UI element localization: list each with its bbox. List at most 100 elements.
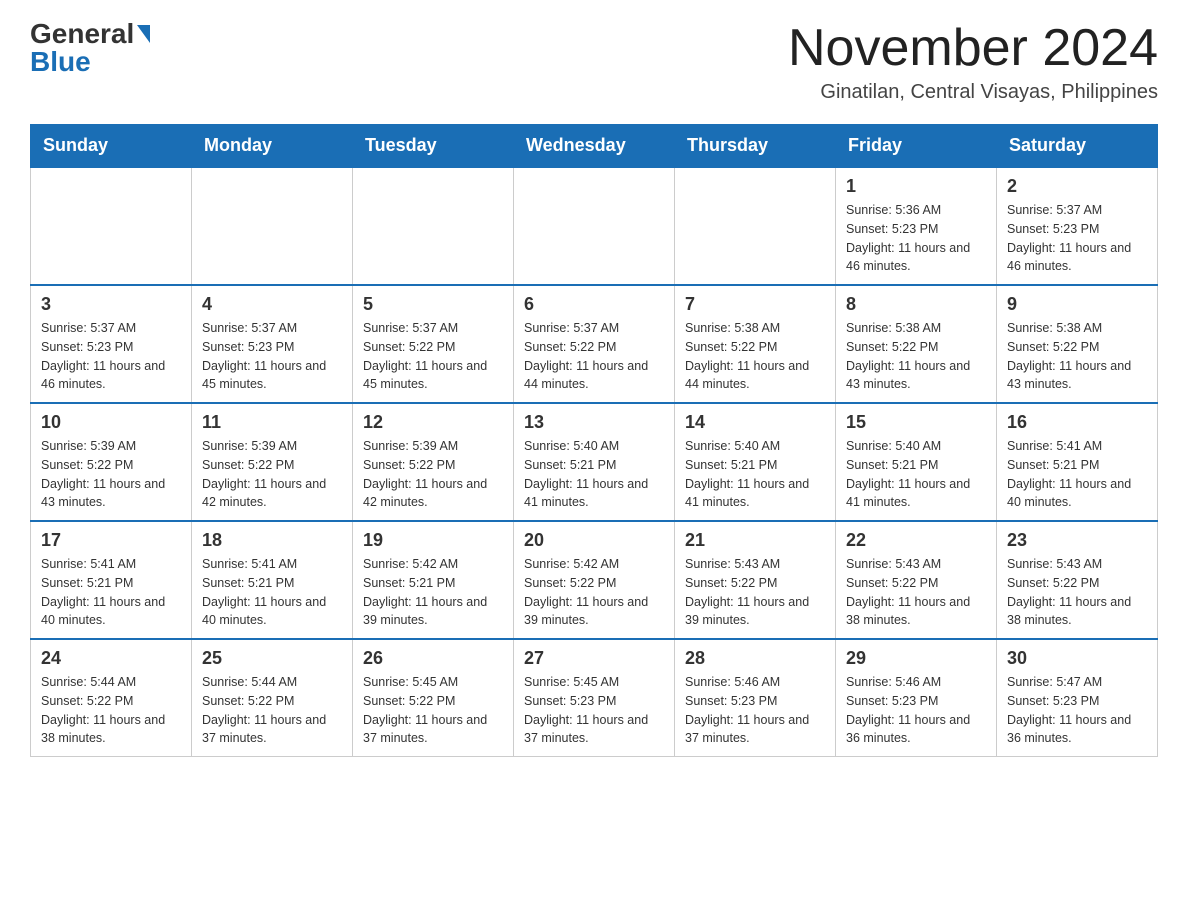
week-row: 24 Sunrise: 5:44 AMSunset: 5:22 PMDayligh…: [31, 639, 1158, 757]
calendar-cell: 25 Sunrise: 5:44 AMSunset: 5:22 PMDayligh…: [192, 639, 353, 757]
day-of-week-header: Wednesday: [514, 125, 675, 168]
calendar-cell: 29 Sunrise: 5:46 AMSunset: 5:23 PMDayligh…: [836, 639, 997, 757]
week-row: 10Sunrise: 5:39 AMSunset: 5:22 PMDayligh…: [31, 403, 1158, 521]
day-info: Sunrise: 5:37 AMSunset: 5:22 PMDaylight:…: [363, 319, 503, 394]
day-number: 7: [685, 294, 825, 315]
page-header: General Blue November 2024 Ginatilan, Ce…: [30, 20, 1158, 104]
month-title: November 2024: [788, 20, 1158, 77]
day-info: Sunrise: 5:36 AMSunset: 5:23 PMDaylight:…: [846, 201, 986, 276]
logo-general-text: General: [30, 20, 134, 48]
calendar-cell: 30 Sunrise: 5:47 AMSunset: 5:23 PMDayligh…: [997, 639, 1158, 757]
calendar-cell: 8 Sunrise: 5:38 AMSunset: 5:22 PMDaylight…: [836, 285, 997, 403]
day-number: 9: [1007, 294, 1147, 315]
day-number: 26: [363, 648, 503, 669]
day-number: 1: [846, 176, 986, 197]
day-number: 3: [41, 294, 181, 315]
day-info: Sunrise: 5:47 AMSunset: 5:23 PMDaylight:…: [1007, 673, 1147, 748]
day-info: Sunrise: 5:39 AMSunset: 5:22 PMDaylight:…: [202, 437, 342, 512]
calendar-cell: 16Sunrise: 5:41 AMSunset: 5:21 PMDayligh…: [997, 403, 1158, 521]
calendar-cell: 12 Sunrise: 5:39 AMSunset: 5:22 PMDayligh…: [353, 403, 514, 521]
calendar-cell: 21 Sunrise: 5:43 AMSunset: 5:22 PMDayligh…: [675, 521, 836, 639]
calendar-cell: 9 Sunrise: 5:38 AMSunset: 5:22 PMDaylight…: [997, 285, 1158, 403]
calendar-cell: 4 Sunrise: 5:37 AMSunset: 5:23 PMDaylight…: [192, 285, 353, 403]
day-info: Sunrise: 5:44 AMSunset: 5:22 PMDaylight:…: [41, 673, 181, 748]
day-number: 13: [524, 412, 664, 433]
day-number: 27: [524, 648, 664, 669]
day-info: Sunrise: 5:44 AMSunset: 5:22 PMDaylight:…: [202, 673, 342, 748]
day-info: Sunrise: 5:37 AMSunset: 5:23 PMDaylight:…: [1007, 201, 1147, 276]
calendar-header: SundayMondayTuesdayWednesdayThursdayFrid…: [31, 125, 1158, 168]
day-number: 23: [1007, 530, 1147, 551]
day-number: 8: [846, 294, 986, 315]
day-number: 24: [41, 648, 181, 669]
day-number: 11: [202, 412, 342, 433]
calendar-cell: [353, 167, 514, 285]
week-row: 1 Sunrise: 5:36 AMSunset: 5:23 PMDaylight…: [31, 167, 1158, 285]
title-section: November 2024 Ginatilan, Central Visayas…: [788, 20, 1158, 104]
day-info: Sunrise: 5:37 AMSunset: 5:23 PMDaylight:…: [41, 319, 181, 394]
day-info: Sunrise: 5:46 AMSunset: 5:23 PMDaylight:…: [846, 673, 986, 748]
day-info: Sunrise: 5:45 AMSunset: 5:22 PMDaylight:…: [363, 673, 503, 748]
logo-triangle-icon: [137, 25, 150, 43]
calendar-cell: 7Sunrise: 5:38 AMSunset: 5:22 PMDaylight…: [675, 285, 836, 403]
calendar-cell: 18 Sunrise: 5:41 AMSunset: 5:21 PMDayligh…: [192, 521, 353, 639]
day-number: 25: [202, 648, 342, 669]
day-info: Sunrise: 5:41 AMSunset: 5:21 PMDaylight:…: [1007, 437, 1147, 512]
day-number: 6: [524, 294, 664, 315]
day-number: 18: [202, 530, 342, 551]
day-of-week-header: Monday: [192, 125, 353, 168]
day-info: Sunrise: 5:40 AMSunset: 5:21 PMDaylight:…: [846, 437, 986, 512]
calendar-cell: [31, 167, 192, 285]
calendar-cell: [675, 167, 836, 285]
calendar-table: SundayMondayTuesdayWednesdayThursdayFrid…: [30, 124, 1158, 757]
day-info: Sunrise: 5:37 AMSunset: 5:23 PMDaylight:…: [202, 319, 342, 394]
day-of-week-header: Tuesday: [353, 125, 514, 168]
day-info: Sunrise: 5:38 AMSunset: 5:22 PMDaylight:…: [846, 319, 986, 394]
calendar-cell: 2Sunrise: 5:37 AMSunset: 5:23 PMDaylight…: [997, 167, 1158, 285]
day-number: 28: [685, 648, 825, 669]
day-number: 4: [202, 294, 342, 315]
day-number: 17: [41, 530, 181, 551]
calendar-cell: 20Sunrise: 5:42 AMSunset: 5:22 PMDayligh…: [514, 521, 675, 639]
day-number: 29: [846, 648, 986, 669]
day-number: 15: [846, 412, 986, 433]
calendar-cell: 26 Sunrise: 5:45 AMSunset: 5:22 PMDayligh…: [353, 639, 514, 757]
day-info: Sunrise: 5:46 AMSunset: 5:23 PMDaylight:…: [685, 673, 825, 748]
day-of-week-header: Saturday: [997, 125, 1158, 168]
day-info: Sunrise: 5:41 AMSunset: 5:21 PMDaylight:…: [41, 555, 181, 630]
calendar-cell: 13Sunrise: 5:40 AMSunset: 5:21 PMDayligh…: [514, 403, 675, 521]
location-subtitle: Ginatilan, Central Visayas, Philippines: [788, 81, 1158, 104]
day-info: Sunrise: 5:43 AMSunset: 5:22 PMDaylight:…: [846, 555, 986, 630]
day-number: 20: [524, 530, 664, 551]
calendar-cell: 27Sunrise: 5:45 AMSunset: 5:23 PMDayligh…: [514, 639, 675, 757]
day-info: Sunrise: 5:39 AMSunset: 5:22 PMDaylight:…: [363, 437, 503, 512]
day-of-week-header: Sunday: [31, 125, 192, 168]
day-number: 5: [363, 294, 503, 315]
calendar-cell: 28 Sunrise: 5:46 AMSunset: 5:23 PMDayligh…: [675, 639, 836, 757]
day-info: Sunrise: 5:43 AMSunset: 5:22 PMDaylight:…: [685, 555, 825, 630]
week-row: 3 Sunrise: 5:37 AMSunset: 5:23 PMDaylight…: [31, 285, 1158, 403]
day-info: Sunrise: 5:41 AMSunset: 5:21 PMDaylight:…: [202, 555, 342, 630]
day-number: 21: [685, 530, 825, 551]
calendar-cell: 6 Sunrise: 5:37 AMSunset: 5:22 PMDaylight…: [514, 285, 675, 403]
calendar-cell: 15 Sunrise: 5:40 AMSunset: 5:21 PMDayligh…: [836, 403, 997, 521]
day-info: Sunrise: 5:39 AMSunset: 5:22 PMDaylight:…: [41, 437, 181, 512]
day-info: Sunrise: 5:37 AMSunset: 5:22 PMDaylight:…: [524, 319, 664, 394]
calendar-cell: 5 Sunrise: 5:37 AMSunset: 5:22 PMDaylight…: [353, 285, 514, 403]
day-of-week-header: Thursday: [675, 125, 836, 168]
day-info: Sunrise: 5:40 AMSunset: 5:21 PMDaylight:…: [685, 437, 825, 512]
calendar-cell: 3 Sunrise: 5:37 AMSunset: 5:23 PMDaylight…: [31, 285, 192, 403]
day-number: 19: [363, 530, 503, 551]
day-number: 14: [685, 412, 825, 433]
day-info: Sunrise: 5:38 AMSunset: 5:22 PMDaylight:…: [1007, 319, 1147, 394]
calendar-cell: 17 Sunrise: 5:41 AMSunset: 5:21 PMDayligh…: [31, 521, 192, 639]
day-info: Sunrise: 5:43 AMSunset: 5:22 PMDaylight:…: [1007, 555, 1147, 630]
day-number: 12: [363, 412, 503, 433]
days-of-week-row: SundayMondayTuesdayWednesdayThursdayFrid…: [31, 125, 1158, 168]
day-number: 30: [1007, 648, 1147, 669]
logo-blue-text: Blue: [30, 48, 91, 76]
calendar-cell: 24 Sunrise: 5:44 AMSunset: 5:22 PMDayligh…: [31, 639, 192, 757]
calendar-cell: 10Sunrise: 5:39 AMSunset: 5:22 PMDayligh…: [31, 403, 192, 521]
week-row: 17 Sunrise: 5:41 AMSunset: 5:21 PMDayligh…: [31, 521, 1158, 639]
calendar-cell: 22Sunrise: 5:43 AMSunset: 5:22 PMDayligh…: [836, 521, 997, 639]
